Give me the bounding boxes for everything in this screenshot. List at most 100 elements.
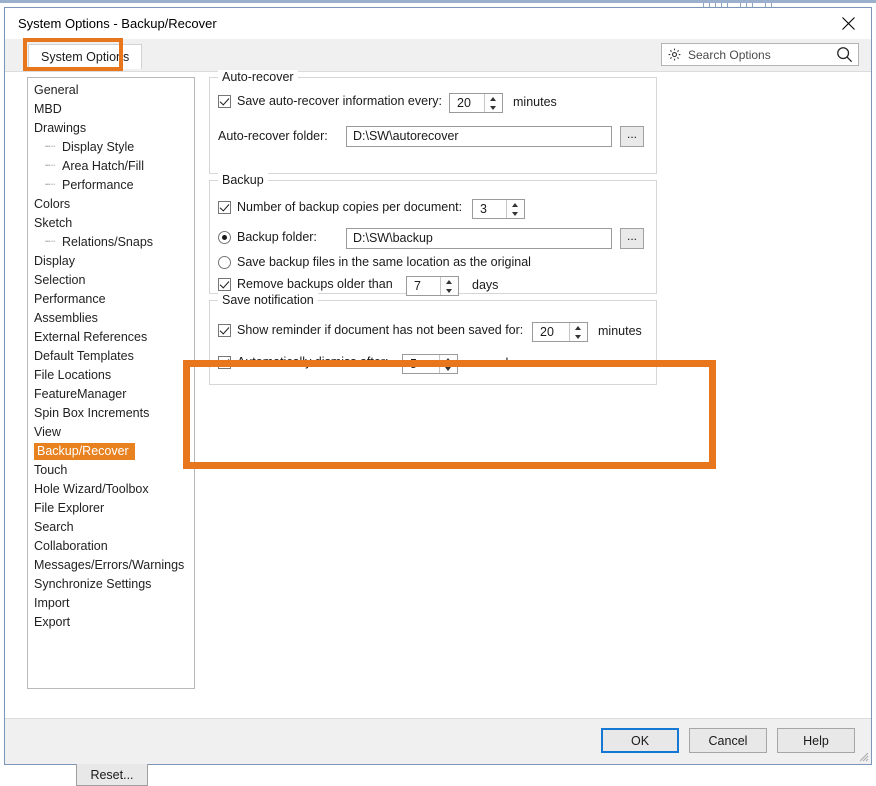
save-autorecover-label: Save auto-recover information every: [237,94,442,108]
spinner-up-icon[interactable] [441,277,458,286]
autorecover-interval-spinner[interactable]: 20 [449,93,503,113]
tree-connector-icon: ╶┈ [34,233,62,252]
sidebar-item-file-explorer[interactable]: File Explorer [28,499,194,518]
backup-group: Backup Number of backup copies per docum… [209,180,657,294]
title-bar: System Options - Backup/Recover [5,8,871,39]
autorecover-interval-unit: minutes [513,95,557,109]
sidebar-item-default-templates[interactable]: Default Templates [28,347,194,366]
sidebar-item-display-style[interactable]: ╶┈Display Style [28,138,194,157]
sidebar-item-file-locations[interactable]: File Locations [28,366,194,385]
sidebar-item-import[interactable]: Import [28,594,194,613]
spinner-down-icon[interactable] [485,103,502,112]
sidebar-item-colors[interactable]: Colors [28,195,194,214]
reset-button[interactable]: Reset... [76,763,148,786]
sidebar-item-selection[interactable]: Selection [28,271,194,290]
backup-copies-value[interactable]: 3 [473,200,506,218]
reminder-interval-spinner[interactable]: 20 [532,322,588,342]
spinner-down-icon[interactable] [507,209,524,218]
sidebar-item-featuremanager[interactable]: FeatureManager [28,385,194,404]
sidebar-item-display[interactable]: Display [28,252,194,271]
spinner-arrows[interactable] [506,200,524,218]
sidebar-item-label: Hole Wizard/Toolbox [34,482,149,496]
cancel-button[interactable]: Cancel [689,728,767,753]
remove-backups-row: Remove backups older than [218,277,393,291]
save-notification-group: Save notification Show reminder if docum… [209,300,657,385]
sidebar-item-mbd[interactable]: MBD [28,100,194,119]
sidebar-item-general[interactable]: General [28,81,194,100]
spinner-up-icon[interactable] [440,355,457,364]
sidebar-item-collaboration[interactable]: Collaboration [28,537,194,556]
sidebar-item-performance[interactable]: ╶┈Performance [28,176,194,195]
sidebar-item-messages-errors-warnings[interactable]: Messages/Errors/Warnings [28,556,194,575]
reminder-interval-value[interactable]: 20 [533,323,569,341]
system-options-dialog: System Options - Backup/Recover System O… [4,7,872,765]
close-x-glyph [841,16,856,31]
spinner-arrows[interactable] [484,94,502,112]
spinner-down-icon[interactable] [440,364,457,373]
dialog-footer: OK Cancel Help [5,718,871,764]
spinner-up-icon[interactable] [507,200,524,209]
backup-same-location-radio[interactable] [218,256,231,269]
autorecover-interval-value[interactable]: 20 [450,94,484,112]
sidebar-item-label: Synchronize Settings [34,577,151,591]
backup-copies-checkbox[interactable] [218,201,231,214]
sidebar-item-performance[interactable]: Performance [28,290,194,309]
sidebar-item-label: Selection [34,273,85,287]
remove-backups-checkbox[interactable] [218,278,231,291]
show-reminder-checkbox[interactable] [218,324,231,337]
backup-folder-radio[interactable] [218,231,231,244]
sidebar-item-assemblies[interactable]: Assemblies [28,309,194,328]
sidebar-item-touch[interactable]: Touch [28,461,194,480]
search-icon[interactable] [836,46,853,63]
backup-copies-spinner[interactable]: 3 [472,199,525,219]
sidebar-item-relations-snaps[interactable]: ╶┈Relations/Snaps [28,233,194,252]
remove-backups-value[interactable]: 7 [407,277,440,295]
close-icon[interactable] [826,8,871,39]
sidebar-item-backup-recover[interactable]: Backup/Recover [28,442,194,461]
auto-dismiss-value[interactable]: 5 [403,355,439,373]
sidebar-item-drawings[interactable]: Drawings [28,119,194,138]
sidebar-item-label-selected: Backup/Recover [34,443,135,460]
help-button[interactable]: Help [777,728,855,753]
sidebar-item-external-references[interactable]: External References [28,328,194,347]
options-category-tree[interactable]: General MBD Drawings╶┈Display Style╶┈Area … [27,77,195,689]
remove-backups-spinner[interactable]: 7 [406,276,459,296]
save-autorecover-checkbox[interactable] [218,95,231,108]
sidebar-item-export[interactable]: Export [28,613,194,632]
auto-dismiss-spinner[interactable]: 5 [402,354,458,374]
spinner-down-icon[interactable] [441,286,458,295]
sidebar-item-hole-wizard-toolbox[interactable]: Hole Wizard/Toolbox [28,480,194,499]
sidebar-item-label: Sketch [34,216,72,230]
backup-same-location-row: Save backup files in the same location a… [218,255,531,269]
spinner-arrows[interactable] [440,277,458,295]
sidebar-item-area-hatch-fill[interactable]: ╶┈Area Hatch/Fill [28,157,194,176]
spinner-up-icon[interactable] [570,323,587,332]
ok-button[interactable]: OK [601,728,679,753]
remove-backups-label: Remove backups older than [237,277,393,291]
search-input[interactable]: Search Options [661,43,859,66]
spinner-arrows[interactable] [569,323,587,341]
show-reminder-label: Show reminder if document has not been s… [237,323,523,337]
spinner-down-icon[interactable] [570,332,587,341]
spinner-arrows[interactable] [439,355,457,373]
spinner-up-icon[interactable] [485,94,502,103]
auto-dismiss-row: Automatically dismiss after: [218,355,388,369]
sidebar-item-label: MBD [34,102,62,116]
backup-folder-browse-button[interactable]: ... [620,228,644,249]
backup-group-title: Backup [218,173,268,187]
sidebar-item-label: FeatureManager [34,387,126,401]
window-title: System Options - Backup/Recover [18,16,217,31]
sidebar-item-synchronize-settings[interactable]: Synchronize Settings [28,575,194,594]
sidebar-item-sketch[interactable]: Sketch [28,214,194,233]
autorecover-folder-browse-button[interactable]: ... [620,126,644,147]
sidebar-item-search[interactable]: Search [28,518,194,537]
sidebar-item-label: File Locations [34,368,111,382]
backup-folder-input[interactable]: D:\SW\backup [346,228,612,249]
auto-dismiss-checkbox[interactable] [218,356,231,369]
sidebar-item-view[interactable]: View [28,423,194,442]
tree-connector-icon: ╶┈ [34,157,62,176]
tab-system-options[interactable]: System Options [28,44,142,69]
resize-grip-icon[interactable] [857,750,869,762]
sidebar-item-spin-box-increments[interactable]: Spin Box Increments [28,404,194,423]
autorecover-folder-input[interactable]: D:\SW\autorecover [346,126,612,147]
